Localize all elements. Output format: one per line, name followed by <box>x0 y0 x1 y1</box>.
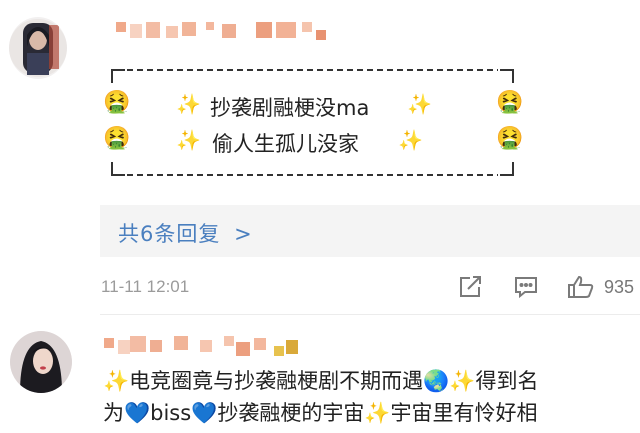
frame-corner <box>111 69 125 83</box>
like-icon[interactable] <box>567 275 595 303</box>
sparkle-icon: ✨ <box>176 128 201 152</box>
comment-text-line: 为💙biss💙抄袭融梗的宇宙✨宇宙里有怜好相 <box>103 401 538 425</box>
frame-dash <box>127 69 498 71</box>
comment-icon[interactable] <box>513 275 539 303</box>
commenter-avatar[interactable] <box>9 17 67 79</box>
comment-divider <box>100 314 640 315</box>
view-replies-link[interactable]: 共6条回复 > <box>118 218 253 248</box>
vomit-emoji-icon: 🤮 <box>103 126 131 151</box>
commenter-avatar[interactable] <box>10 331 72 393</box>
frame-corner <box>111 162 125 176</box>
commenter-name-censored[interactable] <box>116 18 331 42</box>
frame-corner <box>500 69 514 83</box>
sparkle-icon: ✨ <box>398 128 423 152</box>
chevron-right-icon: > <box>234 222 253 246</box>
frame-dash <box>127 174 498 176</box>
comment-line-1: 抄袭剧融梗没ma <box>210 96 370 120</box>
comment-text: ✨电竞圈竟与抄袭融梗剧不期而遇🌏✨得到名 为💙biss💙抄袭融梗的宇宙✨宇宙里有… <box>103 365 640 429</box>
comment-text-line: ✨电竞圈竟与抄袭融梗剧不期而遇🌏✨得到名 <box>103 369 539 393</box>
sparkle-icon: ✨ <box>407 92 432 116</box>
vomit-emoji-icon: 🤮 <box>103 90 131 115</box>
replies-count-label: 共6条回复 <box>118 222 221 246</box>
replies-bar[interactable]: 共6条回复 > <box>100 205 640 257</box>
comment-line-2: 偷人生孤儿没家 <box>212 132 359 156</box>
vomit-emoji-icon: 🤮 <box>496 126 524 151</box>
likes-count: 935 <box>604 277 635 297</box>
sparkle-icon: ✨ <box>176 92 201 116</box>
comment-body-frame <box>111 69 514 176</box>
comment-timestamp: 11-11 12:01 <box>101 277 190 296</box>
vomit-emoji-icon: 🤮 <box>496 90 524 115</box>
commenter-name-censored[interactable] <box>104 334 304 358</box>
share-icon[interactable] <box>458 275 484 303</box>
frame-corner <box>500 162 514 176</box>
